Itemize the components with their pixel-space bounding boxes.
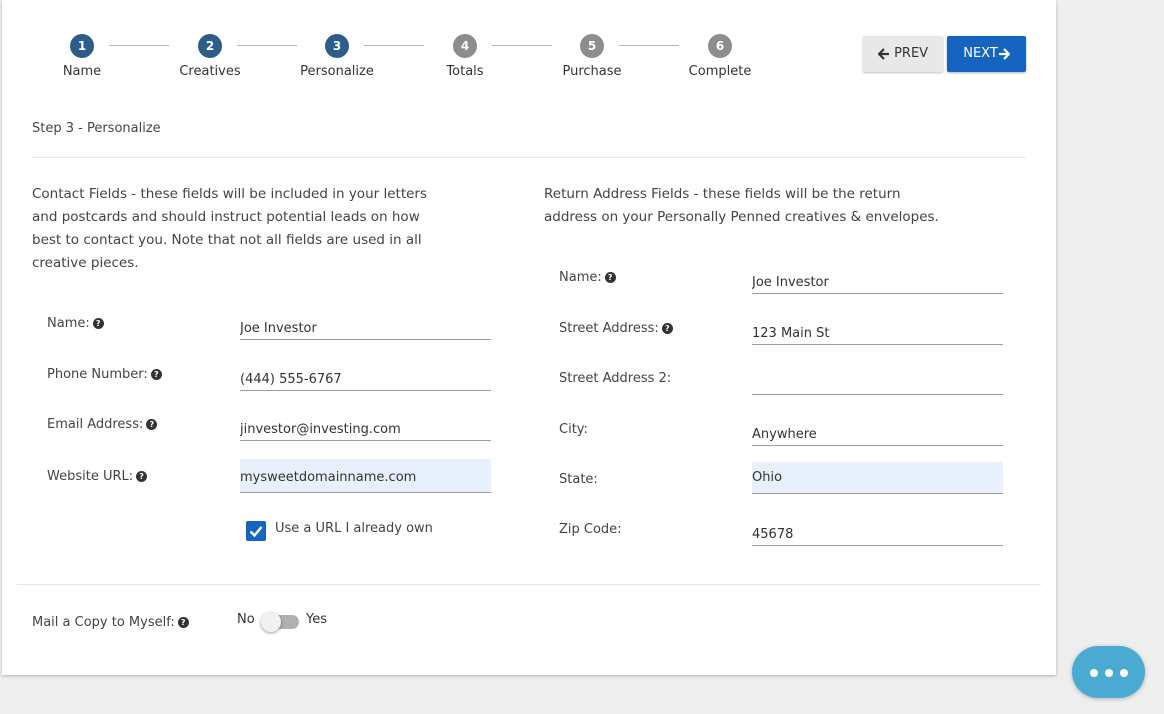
arrow-right-icon (998, 47, 1010, 60)
field-label-text: Website URL: (47, 469, 134, 484)
toggle-knob[interactable] (261, 612, 281, 632)
return-zip-input[interactable] (752, 518, 1003, 546)
question-circle-icon[interactable]: ? (177, 617, 189, 628)
step-label: Name (62, 64, 102, 79)
step-label: Creatives (179, 64, 241, 79)
next-label: NEXT (963, 46, 998, 61)
mail-copy-label: Mail a Copy to Myself:? (32, 615, 189, 630)
chat-button[interactable] (1072, 646, 1145, 698)
contact-intro: Contact Fields - these fields will be in… (32, 186, 428, 271)
arrow-left-icon (877, 47, 889, 60)
return-city-input[interactable] (752, 418, 1003, 446)
contact-email-input[interactable] (240, 413, 491, 441)
field-label-text: Street Address: (559, 321, 659, 336)
step-creatives[interactable]: 2 Creatives (160, 34, 260, 79)
step-number: 1 (70, 34, 94, 58)
question-circle-icon[interactable]: ? (146, 419, 158, 430)
contact-name-input[interactable] (240, 312, 491, 340)
use-url-label[interactable]: Use a URL I already own (275, 521, 433, 536)
step-label: Totals (446, 64, 484, 79)
return-street2-label: Street Address 2: (559, 371, 672, 386)
prev-label: PREV (894, 46, 929, 61)
question-circle-icon[interactable]: ? (604, 272, 616, 283)
question-circle-icon[interactable]: ? (150, 369, 162, 380)
contact-website-label: Website URL:? (47, 469, 148, 484)
return-address-intro: Return Address Fields - these fields wil… (544, 186, 939, 225)
field-label-text: Name: (47, 316, 90, 331)
step-name[interactable]: 1 Name (32, 34, 132, 79)
toggle-no-label: No (237, 612, 255, 627)
ellipsis-icon (1090, 669, 1098, 677)
return-name-label: Name:? (559, 270, 616, 285)
wizard-card: 1 Name 2 Creatives 3 Personalize 4 Total… (2, 0, 1056, 675)
question-circle-icon[interactable]: ? (661, 323, 673, 334)
return-street-input[interactable] (752, 317, 1003, 345)
divider (17, 584, 1041, 585)
step-label: Personalize (300, 64, 374, 79)
field-label-text: Name: (559, 270, 602, 285)
step-totals[interactable]: 4 Totals (415, 34, 515, 79)
return-city-label: City: (559, 422, 588, 437)
ellipsis-icon (1120, 669, 1128, 677)
question-circle-icon[interactable]: ? (92, 318, 104, 329)
step-purchase[interactable]: 5 Purchase (542, 34, 642, 79)
contact-phone-input[interactable] (240, 363, 491, 391)
return-street2-input[interactable] (752, 367, 1003, 395)
checkmark-icon (249, 526, 263, 538)
step-label: Complete (688, 64, 752, 79)
field-label-text: Email Address: (47, 417, 144, 432)
return-zip-label: Zip Code: (559, 522, 622, 537)
step-label: Purchase (562, 64, 622, 79)
step-number: 2 (198, 34, 222, 58)
step-number: 4 (453, 34, 477, 58)
field-label-text: Mail a Copy to Myself: (32, 615, 175, 630)
use-url-checkbox[interactable] (246, 521, 266, 541)
return-street-label: Street Address:? (559, 321, 673, 336)
question-circle-icon[interactable]: ? (136, 471, 148, 482)
prev-button[interactable]: PREV (863, 36, 943, 72)
next-button[interactable]: NEXT (947, 36, 1026, 72)
ellipsis-icon (1105, 669, 1113, 677)
contact-name-label: Name:? (47, 316, 104, 331)
step-number: 6 (708, 34, 732, 58)
toggle-yes-label: Yes (306, 612, 327, 627)
step-complete[interactable]: 6 Complete (670, 34, 770, 79)
return-name-input[interactable] (752, 266, 1003, 294)
contact-phone-label: Phone Number:? (47, 367, 162, 382)
step-number: 5 (580, 34, 604, 58)
step-personalize[interactable]: 3 Personalize (287, 34, 387, 79)
step-number: 3 (325, 34, 349, 58)
return-state-input[interactable] (752, 462, 1003, 494)
step-title: Step 3 - Personalize (32, 121, 161, 136)
divider (32, 157, 1026, 158)
field-label-text: Phone Number: (47, 367, 148, 382)
return-state-label: State: (559, 472, 598, 487)
contact-email-label: Email Address:? (47, 417, 158, 432)
contact-website-input[interactable] (240, 459, 491, 493)
